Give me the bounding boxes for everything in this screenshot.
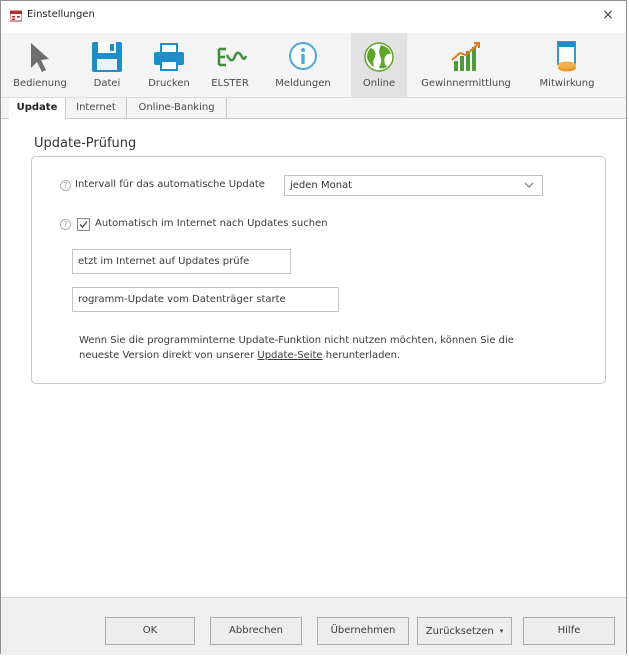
help-icon[interactable]: ?: [60, 180, 71, 191]
ribbon-label: Drucken: [148, 78, 190, 89]
subtab-bar: Update Internet Online-Banking: [1, 98, 626, 119]
cancel-button[interactable]: Abbrechen: [210, 617, 302, 645]
section-title: Update-Prüfung: [34, 136, 137, 151]
settings-ribbon: Bedienung Datei Drucken ELSTER Meldungen…: [1, 33, 626, 98]
tab-update[interactable]: Update: [9, 98, 66, 119]
apply-button[interactable]: Übernehmen: [317, 617, 409, 645]
title-bar: Einstellungen ×: [1, 1, 626, 31]
info-icon: [289, 42, 317, 70]
tab-online-banking[interactable]: Online-Banking: [127, 98, 227, 118]
printer-icon: [154, 43, 184, 71]
close-button[interactable]: ×: [594, 3, 622, 27]
dialog-footer: OK Abbrechen Übernehmen Zurücksetzen ▾ Hi…: [1, 597, 626, 655]
save-icon: [92, 42, 122, 72]
ribbon-label: Online: [362, 78, 396, 89]
ribbon-label: Meldungen: [275, 78, 331, 89]
cursor-icon: [31, 43, 49, 72]
ribbon-label: Mitwirkung: [539, 78, 595, 89]
checkmark-icon: [79, 221, 88, 228]
ribbon-item-gewinnermittlung[interactable]: Gewinnermittlung: [415, 33, 517, 97]
reset-button[interactable]: Zurücksetzen ▾: [417, 617, 512, 645]
auto-update-label: Automatisch im Internet nach Updates suc…: [95, 218, 328, 229]
interval-select[interactable]: jeden Monat: [284, 175, 543, 196]
interval-label: Intervall für das automatische Update: [75, 179, 265, 190]
window-title: Einstellungen: [27, 9, 95, 20]
settings-window: Einstellungen × Bedienung Datei Drucken …: [0, 0, 627, 655]
ribbon-item-online[interactable]: Online: [351, 33, 407, 97]
interval-value: jeden Monat: [290, 180, 353, 191]
update-info-text: Wenn Sie die programminterne Update-Funk…: [79, 333, 549, 363]
info-text-end: herunterladen.: [322, 350, 401, 361]
reset-label: Zurücksetzen: [425, 626, 494, 637]
app-icon: [10, 10, 22, 22]
globe-icon: [364, 42, 394, 72]
help-button[interactable]: Hilfe: [523, 617, 615, 645]
ribbon-item-elster[interactable]: ELSTER: [205, 33, 255, 97]
ribbon-label: ELSTER: [211, 78, 249, 89]
ribbon-item-drucken[interactable]: Drucken: [141, 33, 197, 97]
ok-button[interactable]: OK: [105, 617, 195, 645]
help-icon[interactable]: ?: [60, 219, 71, 230]
check-now-button[interactable]: etzt im Internet auf Updates prüfe: [72, 249, 291, 274]
reset-dropdown-icon: ▾: [499, 627, 504, 635]
ribbon-item-meldungen[interactable]: Meldungen: [269, 33, 337, 97]
chevron-down-icon: [524, 182, 534, 188]
ribbon-label: Datei: [93, 78, 121, 89]
ribbon-item-bedienung[interactable]: Bedienung: [9, 33, 71, 97]
bar-chart-icon: [451, 42, 480, 71]
auto-update-checkbox[interactable]: [77, 218, 90, 231]
media-update-button[interactable]: rogramm-Update vom Datenträger starte: [72, 287, 339, 312]
ribbon-label: Bedienung: [13, 78, 67, 89]
update-page-link[interactable]: Update-Seite: [257, 350, 322, 361]
ribbon-item-datei[interactable]: Datei: [81, 33, 133, 97]
ribbon-item-mitwirkung[interactable]: Mitwirkung: [531, 33, 603, 97]
elster-icon: [217, 47, 248, 67]
ribbon-label: Gewinnermittlung: [421, 78, 511, 89]
tab-internet[interactable]: Internet: [66, 98, 127, 118]
document-coins-icon: [557, 41, 576, 72]
